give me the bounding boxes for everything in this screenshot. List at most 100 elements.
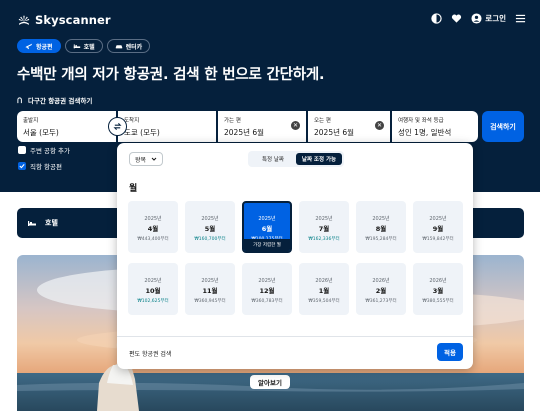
destination-value: 도쿄 (모두) xyxy=(124,128,160,137)
nearby-airports-option[interactable]: 주변 공항 추가 xyxy=(18,145,70,155)
one-way-search-link[interactable]: 편도 항공권 검색 xyxy=(129,349,171,358)
travellers-label: 여행자 및 좌석 등급 xyxy=(398,118,444,124)
swap-icon xyxy=(113,122,122,131)
specific-dates-option[interactable]: 특정 날짜 xyxy=(250,153,296,165)
month-price: ₩380,555부터 xyxy=(422,299,454,304)
month-name: 8월 xyxy=(375,225,387,233)
month-price: ₩160,700부터 xyxy=(194,237,226,242)
checkmark-icon xyxy=(19,164,25,169)
month-name: 10월 xyxy=(145,287,161,295)
trip-type-value: 왕복 xyxy=(135,156,147,164)
month-card[interactable]: 2026년 2월 ₩361,273부터 xyxy=(356,263,406,315)
month-year: 2025년 xyxy=(372,216,390,222)
depart-label: 가는 편 xyxy=(224,118,241,124)
bed-icon xyxy=(28,221,36,226)
month-name: 2월 xyxy=(375,287,387,295)
month-year: 2025년 xyxy=(201,216,219,222)
month-price: ₩195,284부터 xyxy=(365,237,397,242)
origin-field[interactable]: 출발지 서울 (모두) xyxy=(17,111,116,142)
month-card[interactable]: 2025년 4월 ₩443,400부터 xyxy=(128,201,178,253)
depart-field[interactable]: 가는 편 2025년 6월 ✕ xyxy=(218,111,306,142)
month-price: ₩162,336부터 xyxy=(308,237,340,242)
month-price: ₩102,625부터 xyxy=(137,299,169,304)
month-card[interactable]: 2025년 11월 ₩360,945부터 xyxy=(185,263,235,315)
multi-city-label: 다구간 항공권 검색하기 xyxy=(28,97,93,105)
month-card[interactable]: 2025년 12월 ₩360,783부터 xyxy=(242,263,292,315)
month-year: 2026년 xyxy=(315,278,333,284)
search-button[interactable]: 검색하기 xyxy=(482,111,524,142)
popup-divider xyxy=(117,336,473,337)
car-icon xyxy=(115,45,122,49)
tab-hotels[interactable]: 호텔 xyxy=(64,39,103,53)
month-name: 1월 xyxy=(318,287,330,295)
month-year: 2025년 xyxy=(201,278,219,284)
month-year: 2025년 xyxy=(315,216,333,222)
tab-hotels-label: 호텔 xyxy=(83,43,95,51)
month-card[interactable]: 2026년 3월 ₩380,555부터 xyxy=(413,263,463,315)
tab-flights[interactable]: 항공편 xyxy=(17,39,61,53)
month-card[interactable]: 2025년 9월 ₩159,842부터 xyxy=(413,201,463,253)
tab-car-hire[interactable]: 렌터카 xyxy=(106,39,151,53)
chevron-down-icon xyxy=(151,157,157,161)
return-label: 오는 편 xyxy=(314,118,331,124)
direct-flights-option[interactable]: 직항 항공편 xyxy=(18,161,62,171)
month-name: 9월 xyxy=(432,225,444,233)
month-card[interactable]: 2025년 8월 ₩195,284부터 xyxy=(356,201,406,253)
cheapest-month-tag: 가장 저렴한 월 xyxy=(244,239,290,251)
month-year: 2025년 xyxy=(258,216,276,222)
month-name: 3월 xyxy=(432,287,444,295)
product-tabs: 항공편 호텔 렌터카 xyxy=(17,39,151,53)
destination-label: 도착지 xyxy=(124,118,140,124)
month-price: ₩361,273부터 xyxy=(365,299,397,304)
hotel-strip-label: 호텔 xyxy=(45,219,58,227)
month-card[interactable]: 2026년 1월 ₩359,504부터 xyxy=(299,263,349,315)
month-card[interactable]: 2025년 10월 ₩102,625부터 xyxy=(128,263,178,315)
clear-depart-icon[interactable]: ✕ xyxy=(291,121,300,130)
month-price: ₩443,400부터 xyxy=(137,237,169,242)
brand-logo[interactable]: Skyscanner xyxy=(17,13,111,27)
return-field[interactable]: 오는 편 2025년 6월 ✕ xyxy=(308,111,390,142)
date-mode-toggle: 특정 날짜 날짜 조정 가능 xyxy=(248,151,344,167)
login-button[interactable]: 로그인 xyxy=(471,13,506,24)
heart-icon[interactable] xyxy=(451,13,462,24)
month-name: 4월 xyxy=(147,225,159,233)
month-year: 2025년 xyxy=(144,216,162,222)
brand-name: Skyscanner xyxy=(35,13,111,27)
month-card-selected[interactable]: 2025년 6월 ₩100,175부터 가장 저렴한 월 xyxy=(242,201,292,253)
origin-value: 서울 (모두) xyxy=(23,128,59,137)
date-picker-popup: 왕복 특정 날짜 날짜 조정 가능 월 2025년 4월 ₩443,400부터 … xyxy=(117,143,473,369)
months-section-title: 월 xyxy=(129,184,138,194)
page-headline: 수백만 개의 저가 항공권. 검색 한 번으로 간단하게. xyxy=(17,67,325,83)
direct-flights-label: 직항 항공편 xyxy=(30,163,62,171)
month-year: 2025년 xyxy=(144,278,162,284)
month-year: 2025년 xyxy=(258,278,276,284)
sunburst-icon xyxy=(18,15,30,25)
flight-search-form: 출발지 서울 (모두) 도착지 도쿄 (모두) 가는 편 2025년 6월 ✕ … xyxy=(17,111,524,142)
depart-value: 2025년 6월 xyxy=(224,128,265,137)
bed-icon xyxy=(73,44,80,49)
month-name: 12월 xyxy=(259,287,275,295)
month-price: ₩159,842부터 xyxy=(422,237,454,242)
swap-button[interactable] xyxy=(108,117,127,136)
trip-type-select[interactable]: 왕복 xyxy=(129,152,164,166)
user-icon xyxy=(471,13,482,24)
plane-icon xyxy=(25,43,33,50)
destination-field[interactable]: 도착지 도쿄 (모두) xyxy=(118,111,216,142)
travellers-field[interactable]: 여행자 및 좌석 등급 성인 1명, 일반석 xyxy=(392,111,478,142)
tab-flights-label: 항공편 xyxy=(36,43,53,51)
return-value: 2025년 6월 xyxy=(314,128,355,137)
flexible-dates-option[interactable]: 날짜 조정 가능 xyxy=(296,153,342,165)
nearby-airports-checkbox[interactable] xyxy=(18,146,26,154)
login-label: 로그인 xyxy=(485,14,506,23)
multi-city-link[interactable]: 다구간 항공권 검색하기 xyxy=(17,95,92,105)
month-card[interactable]: 2025년 5월 ₩160,700부터 xyxy=(185,201,235,253)
apply-button[interactable]: 적용 xyxy=(437,343,463,361)
month-price: ₩359,504부터 xyxy=(308,299,340,304)
header-actions: 로그인 xyxy=(431,13,526,24)
globe-icon[interactable] xyxy=(431,13,442,24)
month-card[interactable]: 2025년 7월 ₩162,336부터 xyxy=(299,201,349,253)
menu-icon[interactable] xyxy=(515,13,526,24)
direct-flights-checkbox[interactable] xyxy=(18,162,26,170)
explore-button[interactable]: 알아보기 xyxy=(250,375,290,389)
clear-return-icon[interactable]: ✕ xyxy=(375,121,384,130)
